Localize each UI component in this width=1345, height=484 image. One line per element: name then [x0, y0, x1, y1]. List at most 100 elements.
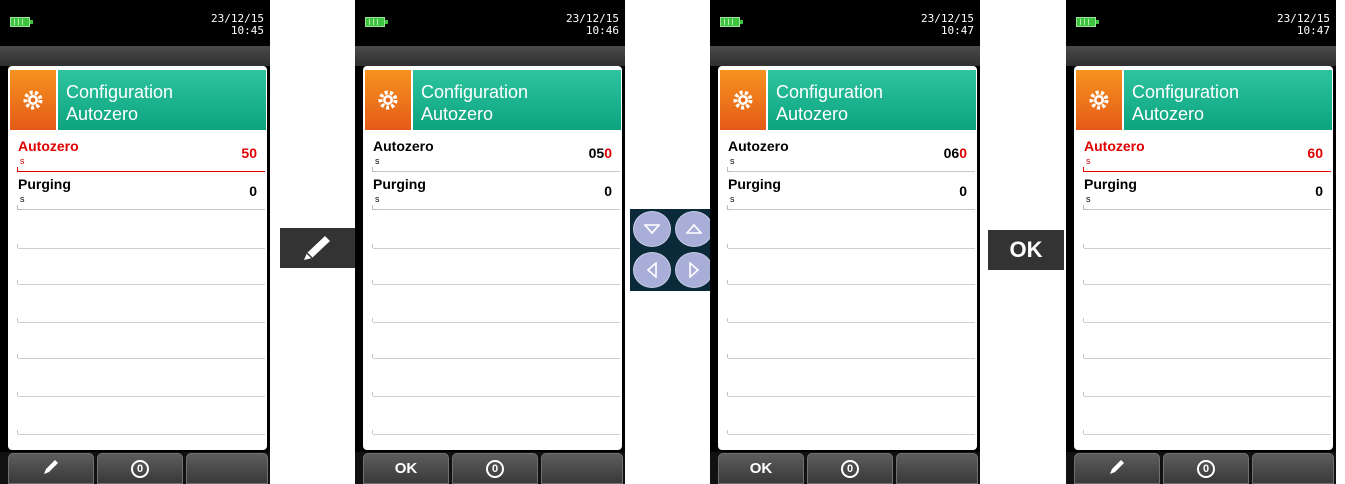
arrow-right-icon[interactable] — [675, 252, 713, 288]
edit-key-indicator — [280, 228, 356, 268]
gear-icon — [720, 70, 766, 130]
ok-softkey[interactable]: OK — [363, 453, 449, 484]
time-label: 10:47 — [940, 24, 974, 37]
list-item-purging[interactable]: Purging s 0 — [727, 172, 975, 210]
status-bar: 23/12/15 10:47 — [1066, 0, 1336, 46]
gear-icon — [10, 70, 56, 130]
arrow-up-icon[interactable] — [675, 211, 713, 247]
title-bar — [710, 46, 980, 66]
arrow-left-icon[interactable] — [633, 252, 671, 288]
list-item — [372, 244, 620, 249]
device-screen-4: 23/12/15 10:47 Configuration Autozero Au… — [1066, 0, 1336, 484]
content-panel: Configuration Autozero Autozero s 060 Pu… — [718, 66, 977, 450]
ok-key-indicator: OK — [988, 230, 1064, 270]
list-item — [17, 392, 265, 397]
zero-icon: 0 — [486, 459, 504, 478]
empty-softkey[interactable] — [896, 453, 978, 484]
page-title: Configuration Autozero — [58, 70, 266, 130]
time-label: 10:45 — [230, 24, 264, 37]
empty-softkey[interactable] — [541, 453, 623, 484]
list-item-autozero[interactable]: Autozero s 050 — [372, 134, 620, 172]
list-item-purging[interactable]: Purging s 0 — [17, 172, 265, 210]
list-item — [727, 430, 975, 435]
datetime: 23/12/15 10:45 — [211, 13, 264, 37]
zero-softkey[interactable]: 0 — [97, 453, 183, 484]
status-bar: 23/12/15 10:46 — [355, 0, 625, 46]
edit-cursor-digit: 0 — [604, 145, 612, 161]
page-title: Configuration Autozero — [413, 70, 621, 130]
edit-cursor-digit: 0 — [959, 145, 967, 161]
list-item — [727, 244, 975, 249]
battery-icon — [365, 17, 388, 27]
zero-softkey[interactable]: 0 — [452, 453, 538, 484]
list-item — [1083, 392, 1331, 397]
pencil-icon — [40, 456, 62, 482]
pencil-icon — [300, 232, 334, 269]
empty-softkey[interactable] — [1252, 453, 1334, 484]
arrow-down-icon[interactable] — [633, 211, 671, 247]
edit-softkey[interactable] — [1074, 453, 1160, 484]
page-title: Configuration Autozero — [768, 70, 976, 130]
list-item — [1083, 354, 1331, 359]
pencil-icon — [1106, 456, 1128, 482]
battery-icon — [1076, 17, 1099, 27]
value-editor[interactable]: 060 — [944, 145, 967, 161]
list-item — [1083, 318, 1331, 323]
softkey-bar: OK 0 — [710, 452, 980, 484]
softkey-bar: 0 — [1066, 452, 1336, 484]
page-title: Configuration Autozero — [1124, 70, 1332, 130]
datetime: 23/12/15 10:47 — [921, 13, 974, 37]
device-screen-1: 23/12/15 10:45 Configuration Autozero Au… — [0, 0, 270, 484]
list-item — [17, 244, 265, 249]
zero-softkey[interactable]: 0 — [807, 453, 893, 484]
zero-softkey[interactable]: 0 — [1163, 453, 1249, 484]
content-panel: Configuration Autozero Autozero s 60 Pur… — [1074, 66, 1333, 450]
list-item-autozero[interactable]: Autozero s 060 — [727, 134, 975, 172]
time-label: 10:47 — [1296, 24, 1330, 37]
list-item — [372, 280, 620, 285]
edit-softkey[interactable] — [8, 453, 94, 484]
status-bar: 23/12/15 10:47 — [710, 0, 980, 46]
datetime: 23/12/15 10:47 — [1277, 13, 1330, 37]
list-item — [1083, 244, 1331, 249]
ok-softkey[interactable]: OK — [718, 453, 804, 484]
time-label: 10:46 — [585, 24, 619, 37]
list-item — [727, 392, 975, 397]
list-item — [372, 392, 620, 397]
zero-icon: 0 — [131, 459, 149, 478]
title-bar — [0, 46, 270, 66]
status-bar: 23/12/15 10:45 — [0, 0, 270, 46]
empty-softkey[interactable] — [186, 453, 268, 484]
list-item-purging[interactable]: Purging s 0 — [372, 172, 620, 210]
list-item — [372, 430, 620, 435]
list-item — [1083, 280, 1331, 285]
zero-icon: 0 — [841, 459, 859, 478]
datetime: 23/12/15 10:46 — [566, 13, 619, 37]
device-screen-2: 23/12/15 10:46 Configuration Autozero Au… — [355, 0, 625, 484]
list-item — [727, 354, 975, 359]
softkey-bar: OK 0 — [355, 452, 625, 484]
battery-icon — [720, 17, 743, 27]
list-item — [17, 318, 265, 323]
content-panel: Configuration Autozero Autozero s 50 Pur… — [8, 66, 267, 450]
list-item-purging[interactable]: Purging s 0 — [1083, 172, 1331, 210]
value-editor[interactable]: 050 — [589, 145, 612, 161]
content-panel: Configuration Autozero Autozero s 050 Pu… — [363, 66, 622, 450]
list-item — [727, 318, 975, 323]
list-item — [372, 354, 620, 359]
list-item — [727, 280, 975, 285]
list-item — [1083, 430, 1331, 435]
title-bar — [1066, 46, 1336, 66]
list-item — [17, 430, 265, 435]
list-item — [17, 280, 265, 285]
list-item-autozero[interactable]: Autozero s 60 — [1083, 134, 1331, 172]
title-bar — [355, 46, 625, 66]
gear-icon — [1076, 70, 1122, 130]
zero-icon: 0 — [1197, 459, 1215, 478]
list-item — [17, 354, 265, 359]
list-item — [372, 318, 620, 323]
battery-icon — [10, 17, 33, 27]
arrow-keypad — [630, 209, 716, 291]
softkey-bar: 0 — [0, 452, 270, 484]
list-item-autozero[interactable]: Autozero s 50 — [17, 134, 265, 172]
